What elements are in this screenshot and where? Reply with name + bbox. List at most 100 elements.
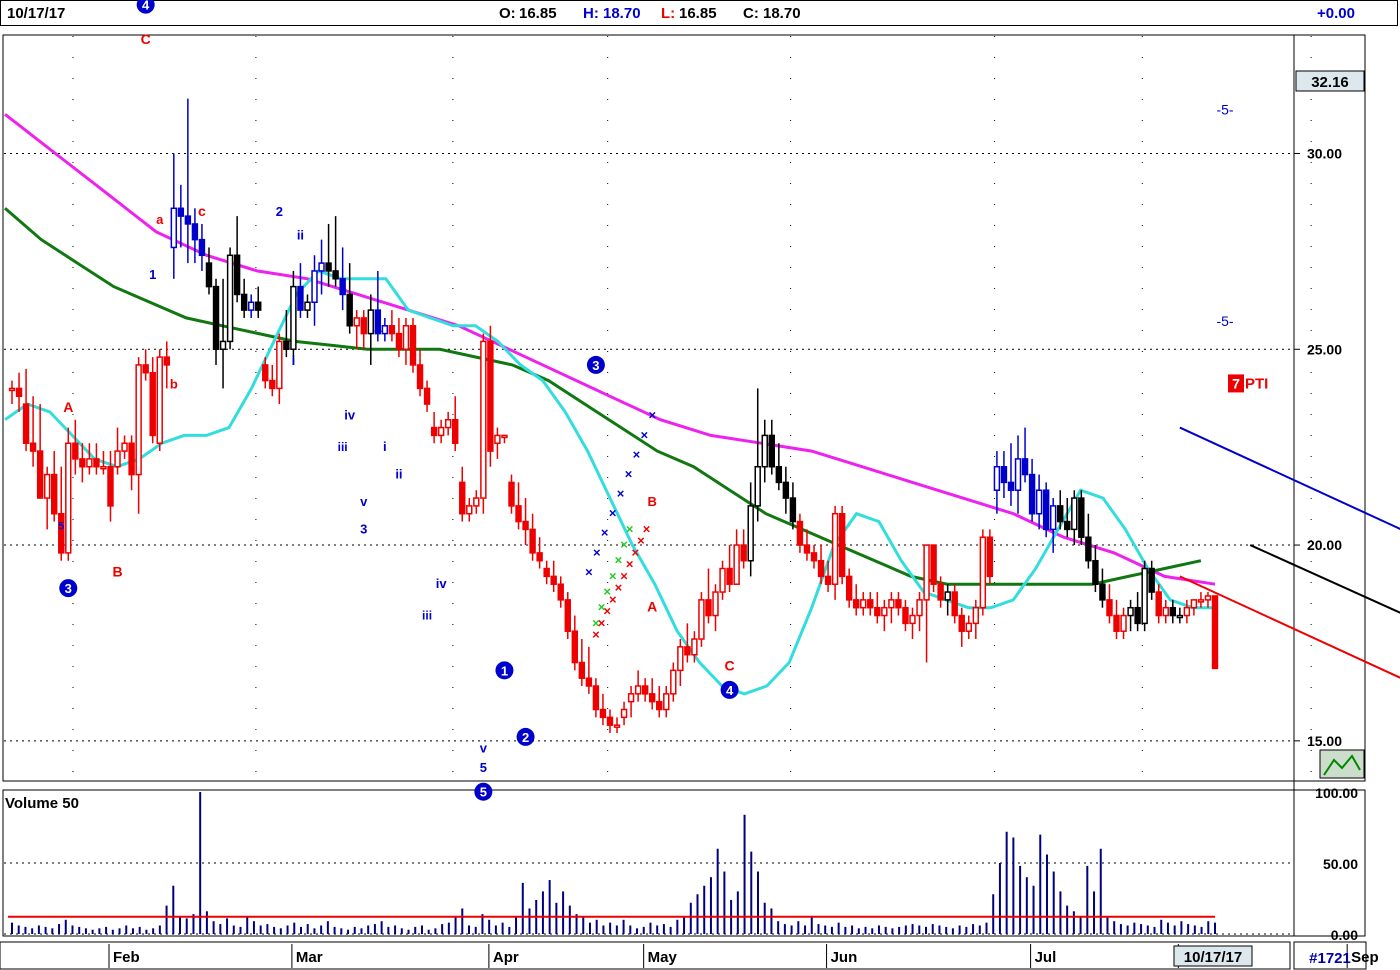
candle-body — [1197, 599, 1205, 603]
candle-body — [191, 223, 199, 241]
candle-body — [318, 262, 325, 272]
candle-body — [402, 325, 410, 351]
x-marker-blue: × — [648, 408, 656, 423]
candle-body — [290, 285, 297, 351]
candle-body — [796, 520, 804, 546]
price-panel-frame — [2, 34, 1366, 782]
candle-body — [747, 505, 754, 562]
candle-body — [149, 372, 156, 437]
candle-body — [395, 332, 403, 351]
wave-circle-label: 3 — [592, 358, 599, 373]
wave-label: b — [170, 376, 178, 391]
wave-label: iv — [344, 408, 356, 423]
wave-label: ii — [297, 228, 304, 243]
candle-body — [852, 599, 860, 609]
x-marker-blue: × — [593, 545, 601, 560]
candle-body — [937, 583, 944, 601]
candle-body — [993, 465, 1001, 491]
candle-body — [423, 387, 431, 405]
candle-body — [1106, 599, 1113, 617]
candle-body — [1113, 614, 1120, 632]
candle-body — [1092, 559, 1099, 585]
candle-body — [142, 364, 149, 374]
candle-body — [803, 544, 811, 554]
wave-label: C — [725, 657, 735, 673]
candle-body — [1204, 595, 1212, 601]
candle-body — [1141, 567, 1148, 625]
candle-body — [1183, 606, 1191, 617]
candle-body — [648, 693, 656, 703]
candle-body — [1000, 465, 1008, 484]
candle-body — [564, 599, 571, 632]
candle-body — [677, 646, 684, 672]
wave-label: iii — [422, 608, 432, 622]
candle-body — [831, 512, 839, 585]
candle-body — [65, 442, 72, 554]
candle-body — [543, 567, 550, 578]
candle-body — [353, 317, 360, 327]
candle-body — [430, 426, 438, 437]
candle-body — [634, 685, 642, 695]
candle-body — [304, 301, 311, 311]
candle-body — [114, 450, 121, 468]
candle-body — [93, 458, 100, 468]
candle-body — [670, 669, 677, 695]
candle-body — [466, 505, 473, 515]
x-marker-blue: × — [609, 506, 617, 521]
candle-body — [86, 458, 93, 468]
price-chart[interactable]: 5ABCa1bc 2iii4iviii iv3iiiviiiv5ABC3451234… — [0, 0, 1400, 970]
candle-body — [845, 575, 853, 601]
candle-body — [902, 606, 909, 625]
candle-body — [409, 325, 417, 366]
price-badge-text: 32.16 — [1311, 74, 1349, 91]
candle-body — [100, 465, 107, 470]
candle-body — [754, 465, 761, 507]
candle-body — [226, 254, 234, 343]
candle-body — [128, 442, 135, 476]
candle-body — [599, 708, 607, 719]
candle-body — [691, 638, 698, 656]
pti-label: PTI — [1245, 375, 1268, 392]
wave-label: 4 — [374, 322, 382, 337]
wave-label: v — [480, 741, 488, 756]
candle-body — [705, 599, 712, 617]
candle-body — [416, 364, 424, 390]
candle-body — [909, 614, 916, 625]
month-label: May — [648, 949, 678, 966]
chart-frames — [0, 34, 1367, 970]
candle-body — [1042, 489, 1050, 531]
candle-body — [810, 552, 818, 562]
candle-body — [824, 575, 832, 585]
candle-body — [36, 450, 44, 499]
candle-body — [170, 207, 178, 249]
volume-tick-label: 100.00 — [1315, 785, 1358, 801]
candle-body — [557, 583, 564, 601]
volume-title: Volume 50 — [5, 795, 79, 812]
candle-body — [888, 599, 895, 609]
wave-circle-label: 4 — [726, 683, 734, 698]
candle-body — [740, 544, 747, 562]
price-tick-label: 20.00 — [1307, 537, 1342, 553]
price-tick-label: 25.00 — [1307, 341, 1342, 357]
candle-body — [219, 340, 227, 351]
candle-body — [1049, 505, 1057, 531]
candle-body — [451, 418, 459, 444]
candle-body — [979, 536, 987, 609]
candle-body — [930, 544, 937, 585]
candle-body — [360, 317, 367, 335]
candle-body — [437, 426, 445, 437]
candle-body — [325, 262, 332, 272]
candle-body — [1007, 481, 1015, 491]
wave-label: v — [360, 494, 368, 509]
candle-body — [627, 693, 635, 703]
x-marker-blue: × — [601, 525, 609, 540]
wave-label: 1 — [149, 267, 156, 282]
wave-label: 2 — [276, 204, 283, 219]
candle-body — [522, 520, 529, 531]
chart-tool-icon[interactable] — [1319, 749, 1365, 779]
candle-body — [43, 473, 51, 499]
candle-body — [262, 364, 269, 382]
candle-body — [501, 434, 508, 439]
wave-circle-label: 2 — [522, 730, 529, 745]
candle-body — [205, 262, 213, 288]
